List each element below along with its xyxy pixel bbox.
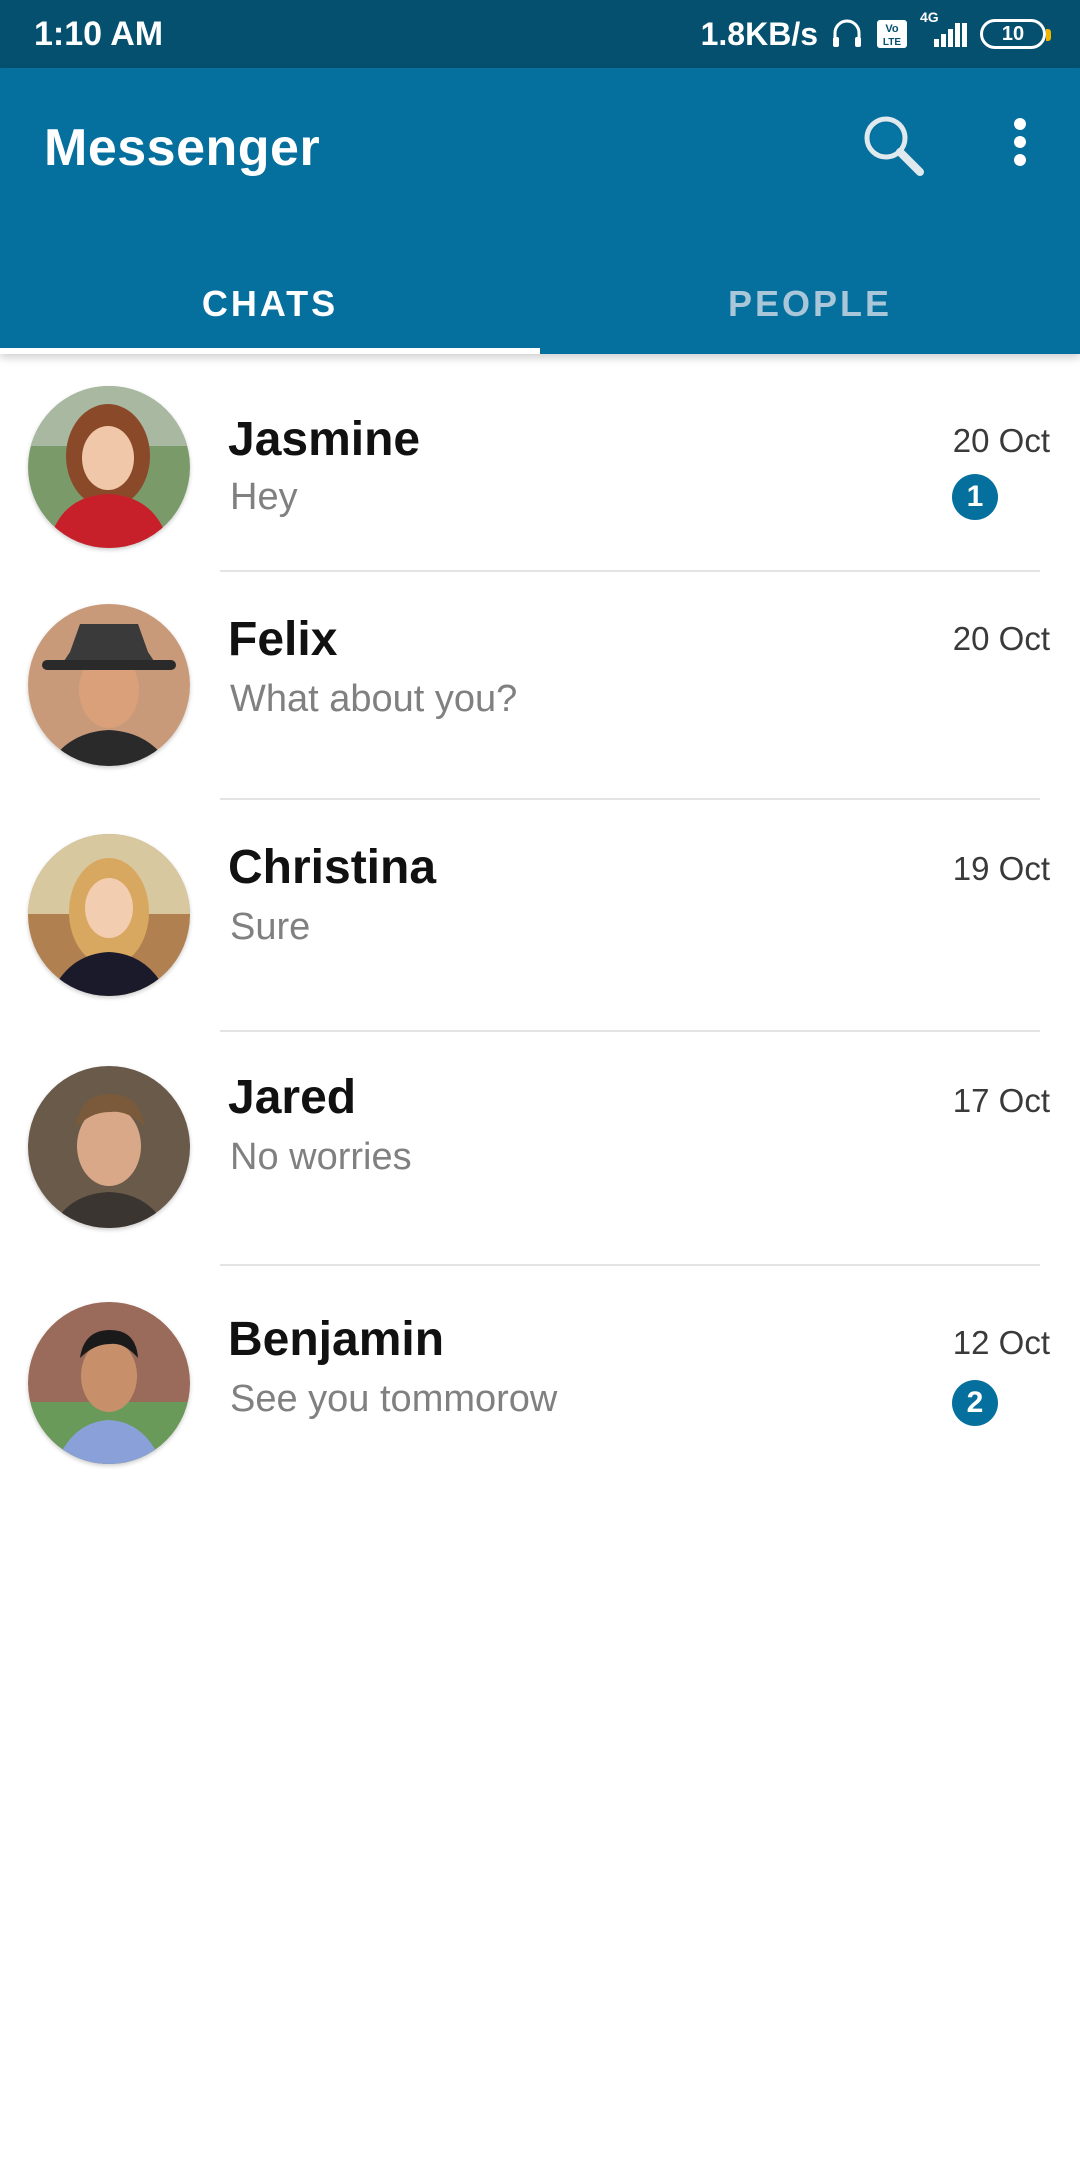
chat-item-jared[interactable]: Jared No worries 17 Oct xyxy=(0,1032,1080,1266)
chat-date: 17 Oct xyxy=(952,1082,1050,1119)
app-title: Messenger xyxy=(44,119,321,177)
chat-item-benjamin[interactable]: Benjamin See you tommorow 12 Oct 2 xyxy=(0,1266,1080,1496)
chat-message: See you tommorow xyxy=(230,1378,558,1420)
avatar xyxy=(28,604,190,766)
avatar xyxy=(28,834,190,996)
unread-badge: 2 xyxy=(952,1380,998,1426)
unread-badge: 1 xyxy=(952,474,998,520)
chat-date: 12 Oct xyxy=(952,1324,1050,1361)
chat-name: Felix xyxy=(228,613,338,666)
network-type: 4G xyxy=(920,9,939,25)
avatar xyxy=(28,1302,190,1464)
signal-icon: 4G xyxy=(920,9,968,49)
chat-message: Sure xyxy=(230,906,311,948)
chat-message: No worries xyxy=(230,1136,412,1178)
app-bar: Messenger CHATS PEOPLE xyxy=(0,68,1080,354)
chat-name: Jared xyxy=(228,1071,357,1124)
chat-date: 20 Oct xyxy=(952,620,1050,657)
tab-people[interactable]: PEOPLE xyxy=(540,254,1080,354)
battery-level: 10 xyxy=(1001,22,1025,45)
more-vert-icon xyxy=(1014,118,1026,166)
status-bar: 1:10 AM 1.8KB/s Vo LTE 4G 10 xyxy=(0,0,1080,68)
status-time: 1:10 AM xyxy=(34,14,164,53)
status-icons: 1.8KB/s Vo LTE 4G 10 xyxy=(700,9,1051,53)
chat-name: Christina xyxy=(228,841,437,894)
search-icon xyxy=(864,116,924,176)
chat-name: Jasmine xyxy=(228,413,421,466)
chat-date: 20 Oct xyxy=(952,422,1050,459)
chat-name: Benjamin xyxy=(228,1313,445,1366)
chat-item-felix[interactable]: Felix What about you? 20 Oct xyxy=(0,572,1080,800)
svg-text:LTE: LTE xyxy=(883,37,901,48)
avatar xyxy=(28,1066,190,1228)
chat-item-christina[interactable]: Christina Sure 19 Oct xyxy=(0,800,1080,1032)
chat-message: Hey xyxy=(230,476,298,518)
chat-item-jasmine[interactable]: Jasmine Hey 20 Oct 1 xyxy=(0,354,1080,572)
tab-people-label: PEOPLE xyxy=(727,283,893,324)
avatar xyxy=(28,386,190,548)
tab-chats[interactable]: CHATS xyxy=(0,254,540,354)
more-options-button[interactable] xyxy=(1000,114,1040,174)
headset-icon xyxy=(830,17,864,51)
tab-chats-label: CHATS xyxy=(201,283,339,324)
volte-icon: Vo LTE xyxy=(876,19,908,49)
net-speed: 1.8KB/s xyxy=(700,15,818,52)
chat-date: 19 Oct xyxy=(952,850,1050,887)
chat-message: What about you? xyxy=(230,678,518,720)
tab-bar: CHATS PEOPLE xyxy=(0,254,1080,354)
svg-text:Vo: Vo xyxy=(885,23,899,35)
search-button[interactable] xyxy=(858,110,928,180)
battery-icon: 10 xyxy=(980,19,1051,49)
